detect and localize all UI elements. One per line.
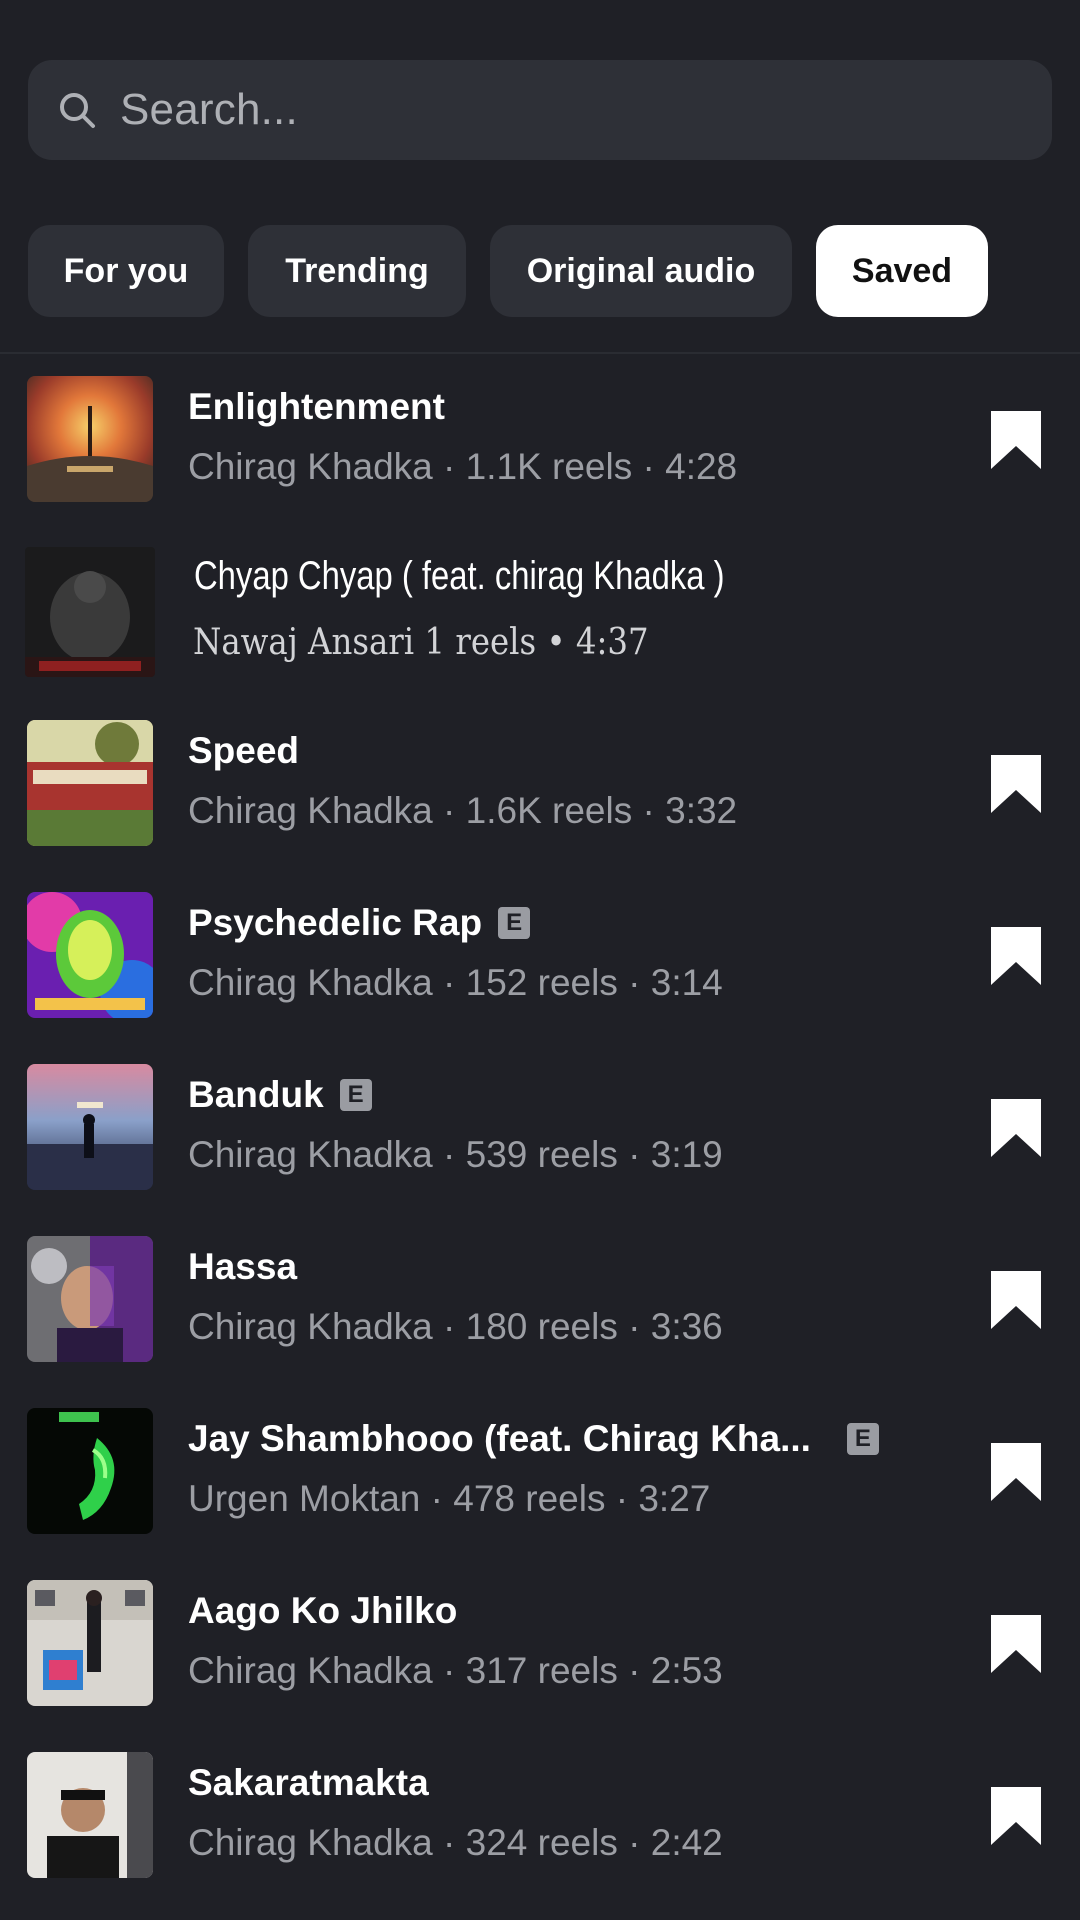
divider [0, 352, 1080, 354]
song-row[interactable]: Hassa Chirag Khadka · 180 reels · 3:36 [0, 1232, 1080, 1404]
song-meta: Nawaj Ansari 1 reels • 4:37 [193, 622, 649, 663]
song-title: Aago Ko Jhilko [188, 1590, 458, 1631]
search-input[interactable]: Search... [120, 85, 298, 135]
song-title: Hassa [188, 1246, 298, 1287]
bookmark-icon[interactable] [988, 408, 1044, 472]
explicit-badge: E [498, 907, 531, 939]
song-title: Speed [188, 730, 300, 771]
album-art [27, 1064, 153, 1190]
song-meta: Urgen Moktan · 478 reels · 3:27 [188, 1478, 711, 1519]
song-row[interactable]: Jay Shambhooo (feat. Chirag Kha... E Urg… [0, 1404, 1080, 1576]
bookmark-icon[interactable] [988, 924, 1044, 988]
album-art [27, 1236, 153, 1362]
song-title: Enlightenment [188, 386, 445, 427]
bookmark-icon[interactable] [988, 752, 1044, 816]
tab-for-you[interactable]: For you [28, 225, 224, 317]
album-art [27, 376, 153, 502]
album-art [27, 892, 153, 1018]
bookmark-icon[interactable] [988, 1784, 1044, 1848]
song-meta: Chirag Khadka · 317 reels · 2:53 [188, 1650, 723, 1691]
tab-saved[interactable]: Saved [816, 225, 988, 317]
song-meta: Chirag Khadka · 1.6K reels · 3:32 [188, 790, 738, 831]
song-row[interactable]: Sakaratmakta Chirag Khadka · 324 reels ·… [0, 1748, 1080, 1920]
tab-original-audio[interactable]: Original audio [490, 225, 792, 317]
song-title: Banduk [188, 1074, 324, 1115]
song-row[interactable]: Psychedelic Rap E Chirag Khadka · 152 re… [0, 888, 1080, 1060]
explicit-badge: E [339, 1079, 372, 1111]
song-meta: Chirag Khadka · 539 reels · 3:19 [188, 1134, 723, 1175]
song-meta: Chirag Khadka · 180 reels · 3:36 [188, 1306, 723, 1347]
album-art [27, 720, 153, 846]
song-title: Sakaratmakta [188, 1762, 429, 1803]
song-row[interactable]: Aago Ko Jhilko Chirag Khadka · 317 reels… [0, 1576, 1080, 1748]
song-list: Enlightenment Chirag Khadka · 1.1K reels… [0, 372, 1080, 1920]
filter-tabs: For you Trending Original audio Saved [28, 225, 988, 317]
song-title: Chyap Chyap ( feat. chirag Khadka ) [194, 554, 725, 598]
song-row[interactable]: Enlightenment Chirag Khadka · 1.1K reels… [0, 372, 1080, 544]
bookmark-icon[interactable] [988, 1268, 1044, 1332]
song-row[interactable]: Speed Chirag Khadka · 1.6K reels · 3:32 [0, 716, 1080, 888]
album-art [27, 1580, 153, 1706]
search-bar[interactable]: Search... [28, 60, 1052, 160]
song-title: Psychedelic Rap [188, 902, 483, 943]
bookmark-icon[interactable] [988, 1612, 1044, 1676]
song-meta: Chirag Khadka · 1.1K reels · 4:28 [188, 446, 738, 487]
song-meta: Chirag Khadka · 324 reels · 2:42 [188, 1822, 723, 1863]
album-art [27, 1408, 153, 1534]
search-icon [54, 87, 100, 133]
album-art [27, 1752, 153, 1878]
tab-trending[interactable]: Trending [248, 225, 466, 317]
explicit-badge: E [846, 1423, 879, 1455]
album-art [25, 547, 155, 677]
song-row[interactable]: Banduk E Chirag Khadka · 539 reels · 3:1… [0, 1060, 1080, 1232]
bookmark-icon[interactable] [988, 1096, 1044, 1160]
song-row[interactable]: Chyap Chyap ( feat. chirag Khadka ) Nawa… [0, 544, 1080, 716]
bookmark-icon[interactable] [988, 1440, 1044, 1504]
song-meta: Chirag Khadka · 152 reels · 3:14 [188, 962, 723, 1003]
song-title: Jay Shambhooo (feat. Chirag Kha... [188, 1418, 811, 1459]
